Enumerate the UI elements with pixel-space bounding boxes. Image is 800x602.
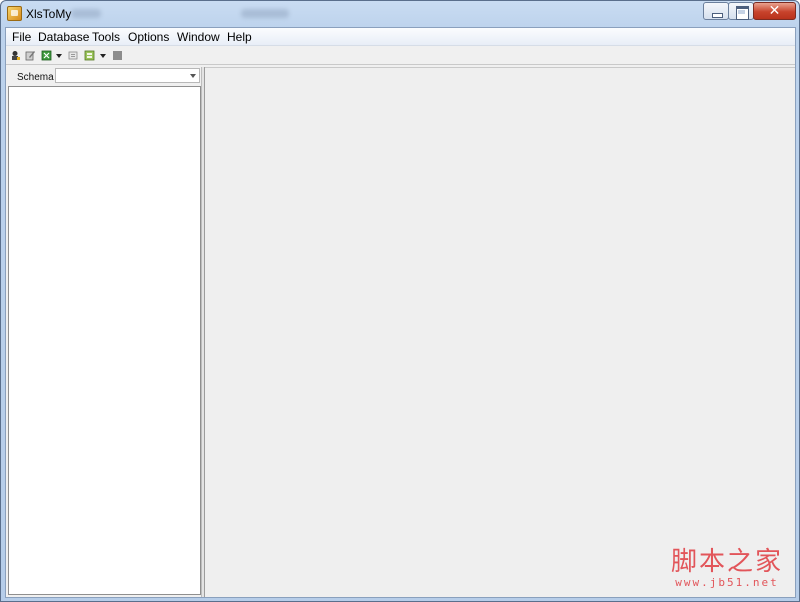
menu-help[interactable]: Help	[227, 30, 252, 44]
mdi-workspace: 脚本之家 www.jb51.net	[205, 67, 795, 597]
title-bar[interactable]: XlsToMy ✕	[1, 1, 799, 27]
schema-tree[interactable]	[8, 86, 201, 595]
chevron-down-icon[interactable]	[190, 74, 196, 78]
edit-connection-icon[interactable]	[25, 50, 36, 61]
app-logo-icon	[7, 6, 22, 21]
query-icon[interactable]	[68, 50, 79, 61]
menu-database[interactable]: Database	[38, 30, 89, 44]
schema-select[interactable]	[55, 68, 200, 83]
connect-icon[interactable]	[10, 50, 21, 61]
client-area: File Database Tools Options Window Help	[5, 27, 796, 598]
watermark-text: 脚本之家	[670, 547, 783, 577]
table-icon[interactable]	[84, 50, 95, 61]
minimize-button[interactable]	[703, 2, 729, 20]
window-title: XlsToMy	[26, 7, 72, 21]
schema-panel: Schema	[7, 67, 201, 597]
maximize-button[interactable]	[728, 2, 754, 20]
table-dropdown-icon[interactable]	[100, 54, 106, 58]
app-window: XlsToMy ✕ File Database Tools Options Wi…	[0, 0, 800, 602]
menu-file[interactable]: File	[12, 30, 31, 44]
menu-options[interactable]: Options	[128, 30, 169, 44]
toolbar	[6, 47, 795, 65]
close-button[interactable]: ✕	[753, 2, 796, 20]
import-dropdown-icon[interactable]	[56, 54, 62, 58]
blurred-title-text	[71, 9, 101, 18]
menu-tools[interactable]: Tools	[92, 30, 120, 44]
schema-label: Schema	[17, 72, 54, 83]
blurred-title-text	[241, 9, 289, 18]
menu-window[interactable]: Window	[177, 30, 220, 44]
import-excel-icon[interactable]	[41, 50, 52, 61]
menu-bar: File Database Tools Options Window Help	[6, 28, 795, 46]
stop-icon[interactable]	[112, 50, 123, 61]
watermark: 脚本之家 www.jb51.net	[671, 548, 783, 589]
watermark-url: www.jb51.net	[675, 576, 779, 589]
close-icon: ✕	[768, 3, 781, 19]
